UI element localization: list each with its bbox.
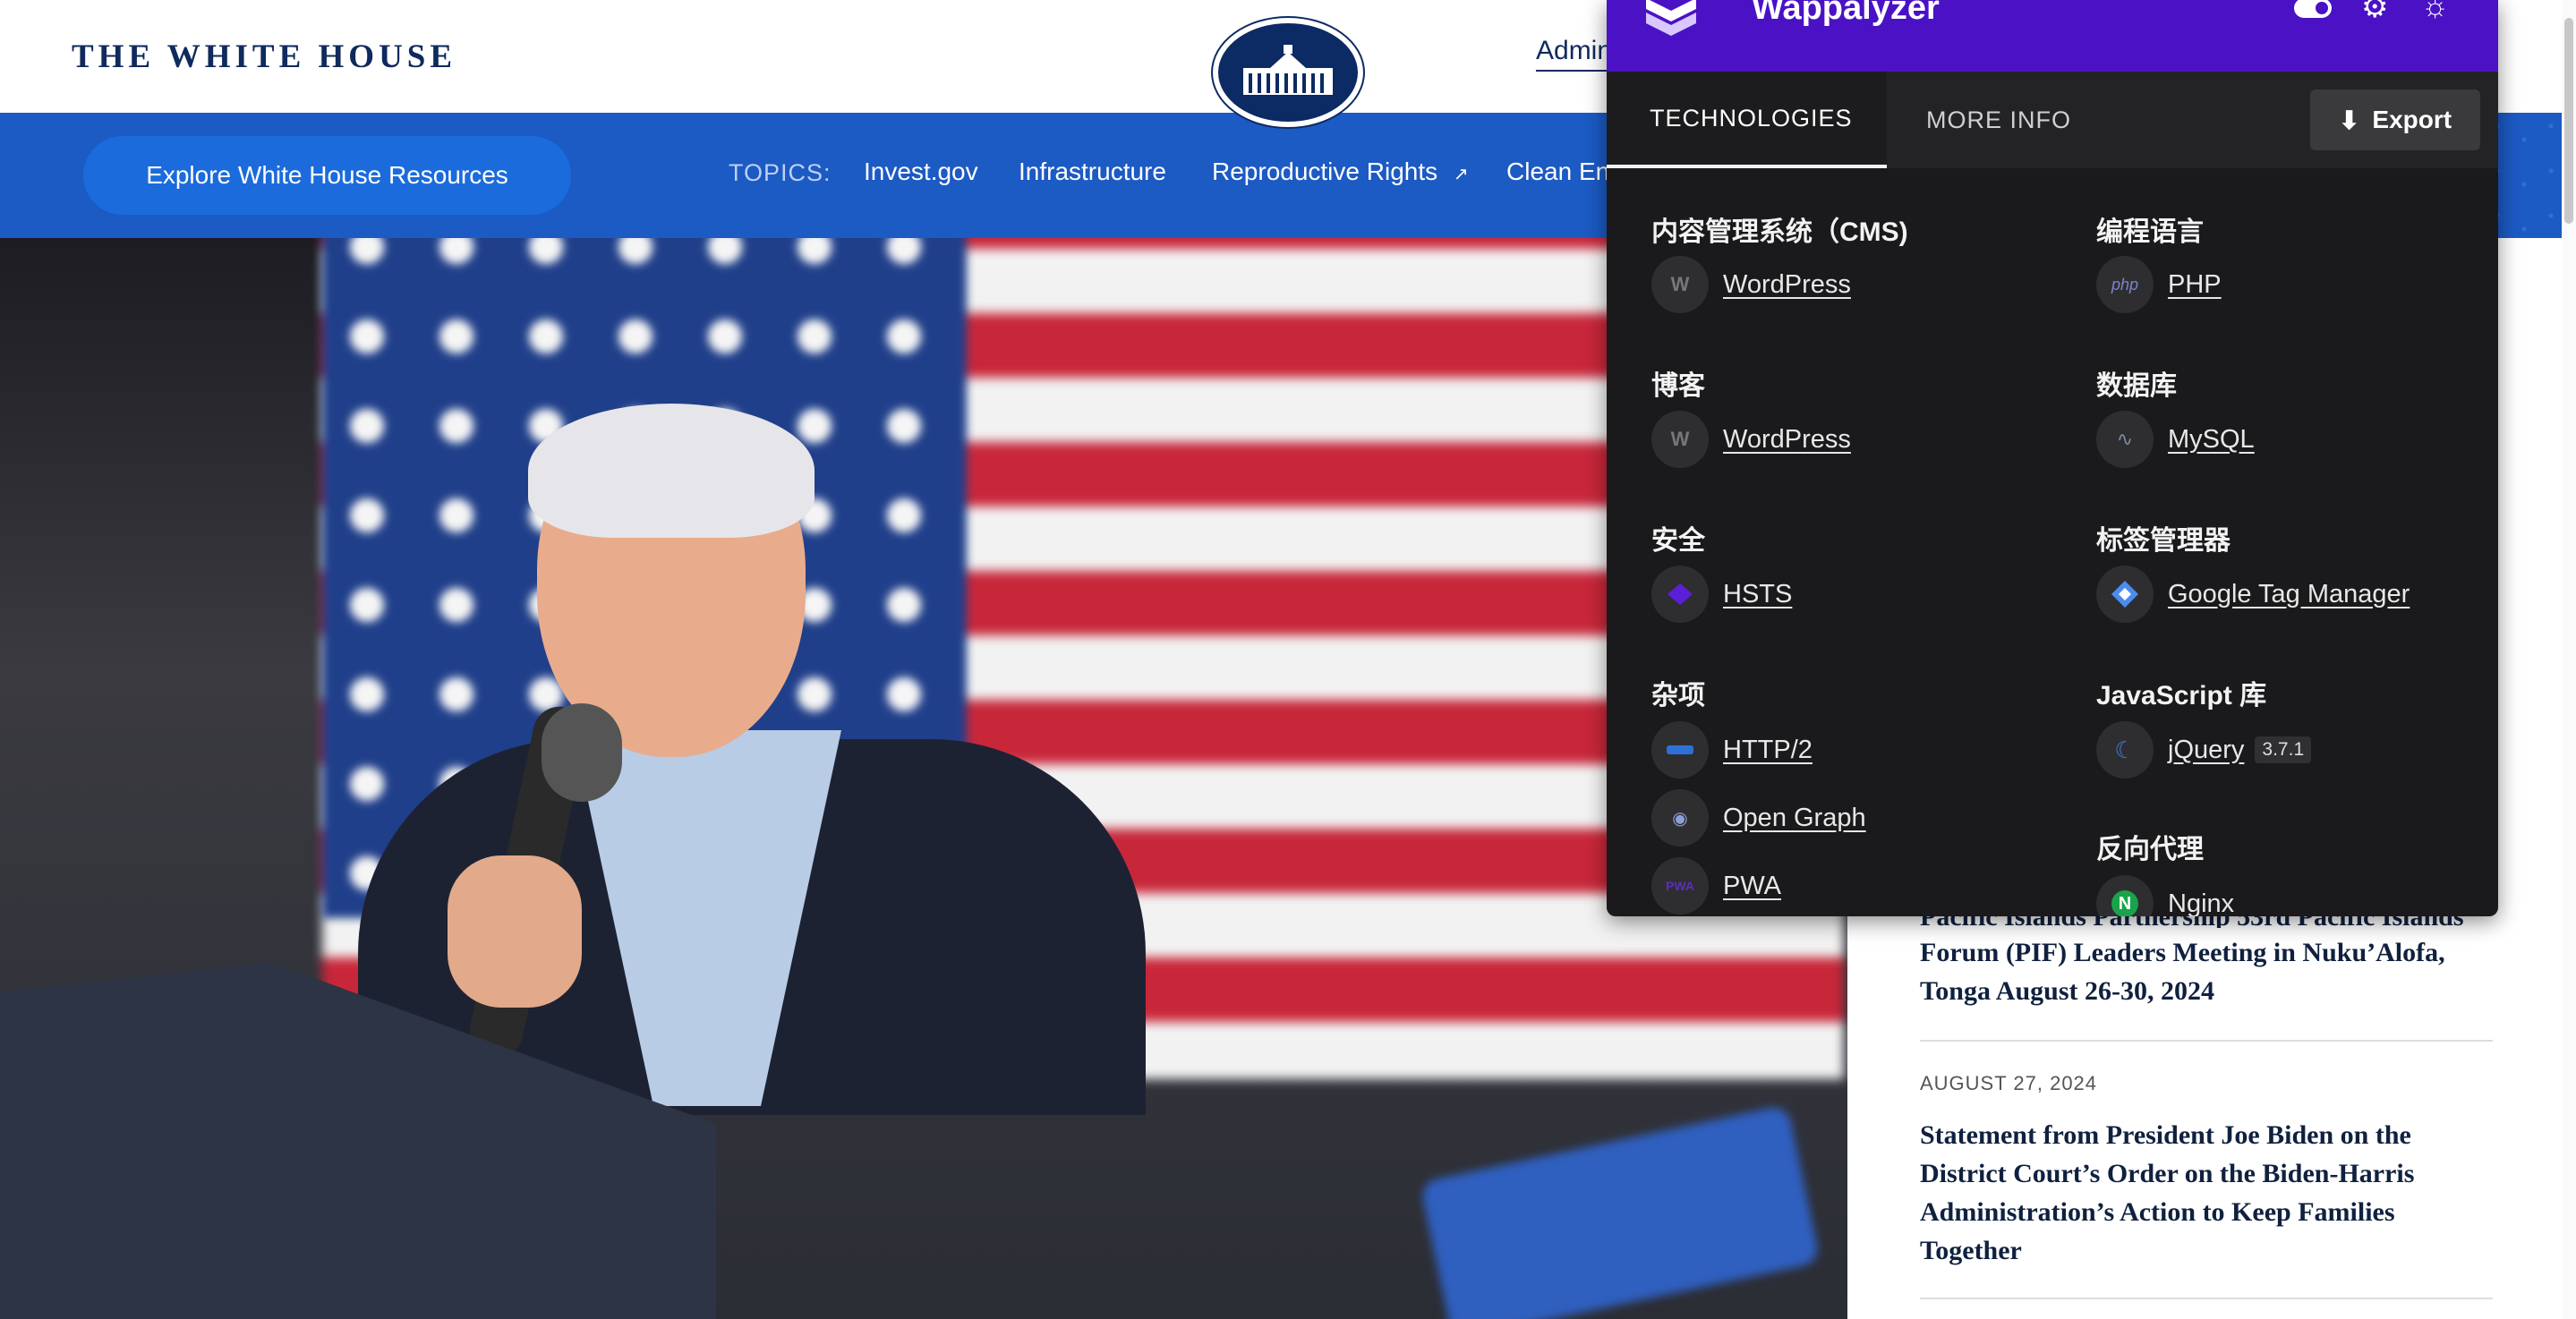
tech-mysql[interactable]: ∿ MySQL xyxy=(2096,411,2255,468)
tech-name: PWA xyxy=(1723,871,1781,900)
topic-link-infrastructure[interactable]: Infrastructure xyxy=(1019,157,1166,186)
hsts-icon xyxy=(1651,566,1709,623)
category-javascript-library[interactable]: JavaScript 库 xyxy=(2096,673,2266,712)
wappalyzer-brand: Wappalyzer xyxy=(1752,0,1940,27)
hand xyxy=(448,855,582,1008)
hero-photo xyxy=(0,238,1847,1319)
export-button[interactable]: ⬇ Export xyxy=(2310,89,2480,150)
pwa-icon: PWA xyxy=(1651,857,1709,915)
explore-resources-button[interactable]: Explore White House Resources xyxy=(83,136,571,215)
theme-sun-icon[interactable]: ☼ xyxy=(2421,0,2449,24)
php-icon: php xyxy=(2096,256,2154,313)
category-security[interactable]: 安全 xyxy=(1651,518,1705,557)
site-logo-text[interactable]: THE WHITE HOUSE xyxy=(72,38,456,76)
wappalyzer-header: Wappalyzer ⚙ ☼ xyxy=(1607,0,2498,72)
category-tag-manager[interactable]: 标签管理器 xyxy=(2096,518,2231,557)
gear-icon[interactable]: ⚙ xyxy=(2361,0,2388,25)
tab-technologies[interactable]: TECHNOLOGIES xyxy=(1607,72,1887,168)
white-house-seal-icon[interactable] xyxy=(1213,18,1363,127)
tech-wordpress-blog[interactable]: W WordPress xyxy=(1651,411,1851,468)
wordpress-icon: W xyxy=(1651,256,1709,313)
tech-name: MySQL xyxy=(2168,424,2255,454)
category-reverse-proxy[interactable]: 反向代理 xyxy=(2096,827,2204,866)
tech-google-tag-manager[interactable]: Google Tag Manager xyxy=(2096,566,2410,623)
topic-link-invest[interactable]: Invest.gov xyxy=(864,157,978,186)
tech-name: WordPress xyxy=(1723,269,1851,299)
news-item-title-statement[interactable]: Statement from President Joe Biden on th… xyxy=(1920,1116,2502,1270)
tech-name: Nginx xyxy=(2168,889,2235,917)
tech-hsts[interactable]: HSTS xyxy=(1651,566,1792,623)
category-cms[interactable]: 内容管理系统（CMS) xyxy=(1651,209,1908,249)
tech-name: PHP xyxy=(2168,269,2222,299)
http2-icon xyxy=(1651,721,1709,779)
category-misc[interactable]: 杂项 xyxy=(1651,673,1705,712)
tech-pwa[interactable]: PWA PWA xyxy=(1651,857,1781,915)
news-date: AUGUST 27, 2024 xyxy=(1920,1072,2098,1094)
tech-nginx[interactable]: N Nginx xyxy=(2096,875,2234,916)
version-badge: 3.7.1 xyxy=(2255,736,2312,763)
wappalyzer-logo-icon xyxy=(1646,0,1696,36)
person-hair xyxy=(528,404,815,538)
tech-name: Google Tag Manager xyxy=(2168,579,2410,608)
category-blog[interactable]: 博客 xyxy=(1651,363,1705,403)
news-item-title-pif[interactable]: Forum (PIF) Leaders Meeting in Nuku’Alof… xyxy=(1920,933,2502,1010)
nav-link-administration[interactable]: Admin xyxy=(1536,36,1613,72)
google-tag-manager-icon xyxy=(2096,566,2154,623)
topic-link-reproductive-rights[interactable]: Reproductive Rights ↗ xyxy=(1212,157,1469,186)
jquery-icon: ☾ xyxy=(2096,721,2154,779)
topics-label: TOPICS: xyxy=(729,159,832,186)
tech-name: WordPress xyxy=(1723,424,1851,454)
mysql-icon: ∿ xyxy=(2096,411,2154,468)
microphone-head xyxy=(542,703,622,802)
wordpress-icon: W xyxy=(1651,411,1709,468)
tech-php[interactable]: php PHP xyxy=(2096,256,2222,313)
page-scrollbar[interactable] xyxy=(2562,0,2576,1319)
tab-more-info[interactable]: MORE INFO xyxy=(1887,72,2111,168)
topic-link-label: Reproductive Rights xyxy=(1212,157,1438,185)
nginx-icon: N xyxy=(2096,875,2154,916)
tech-name: jQuery xyxy=(2168,735,2245,764)
topic-link-clean-energy[interactable]: Clean En xyxy=(1506,157,1609,186)
export-label: Export xyxy=(2372,106,2452,133)
category-programming-language[interactable]: 编程语言 xyxy=(2096,209,2204,249)
download-icon: ⬇ xyxy=(2338,106,2360,134)
tech-name: HSTS xyxy=(1723,579,1793,608)
tech-name: HTTP/2 xyxy=(1723,735,1813,764)
tech-name: Open Graph xyxy=(1723,803,1866,832)
wappalyzer-popup: Wappalyzer ⚙ ☼ TECHNOLOGIES MORE INFO ⬇ … xyxy=(1607,0,2498,916)
tech-jquery[interactable]: ☾ jQuery 3.7.1 xyxy=(2096,721,2312,779)
tech-wordpress[interactable]: W WordPress xyxy=(1651,256,1851,313)
category-database[interactable]: 数据库 xyxy=(2096,363,2177,403)
open-graph-icon: ◉ xyxy=(1651,789,1709,847)
tech-open-graph[interactable]: ◉ Open Graph xyxy=(1651,789,1866,847)
news-divider xyxy=(1920,1298,2493,1299)
enable-toggle[interactable] xyxy=(2294,0,2332,18)
tech-http2[interactable]: HTTP/2 xyxy=(1651,721,1813,779)
scrollbar-thumb[interactable] xyxy=(2564,18,2573,224)
news-divider xyxy=(1920,1040,2493,1042)
external-link-icon: ↗ xyxy=(1453,165,1469,184)
